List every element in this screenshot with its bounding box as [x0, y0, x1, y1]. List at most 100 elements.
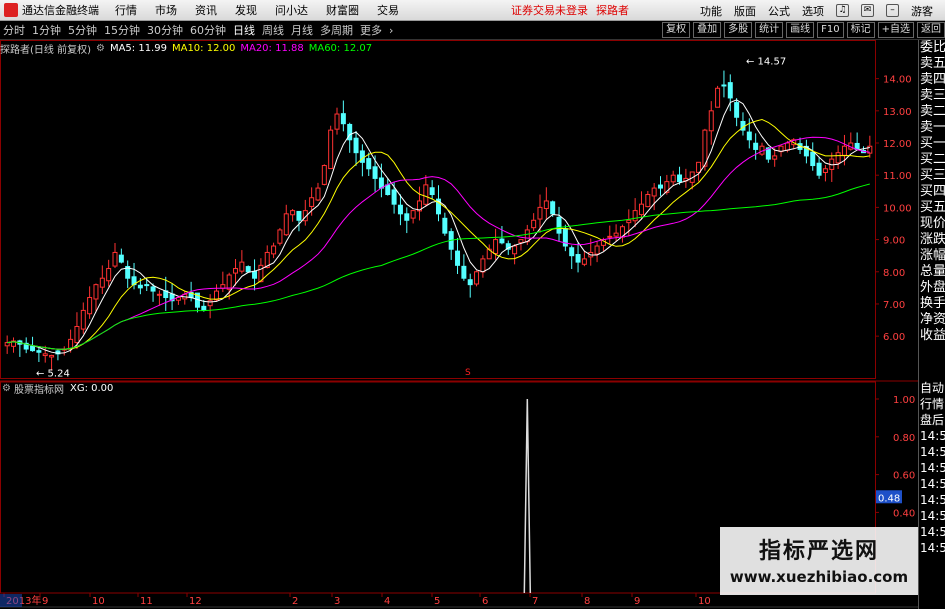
candle-body [746, 131, 752, 141]
x-tick-label: 9 [634, 596, 640, 607]
tab-more[interactable]: 更多 [357, 22, 385, 38]
side-item-2[interactable]: 卖四 [919, 72, 945, 88]
candle-body [112, 251, 118, 267]
side-bottom-5: 14:50 [920, 461, 945, 475]
settings-icon[interactable]: ⚙ [96, 43, 105, 54]
candle-body [397, 204, 403, 215]
side-item-0[interactable]: 委比 [919, 40, 945, 56]
side-item-9[interactable]: 买四 [919, 184, 945, 200]
side-item-14[interactable]: 总量 [919, 264, 945, 280]
candle-body [645, 194, 651, 208]
kline-chart[interactable]: 14.00 13.00 12.00 11.00 10.00 9.00 8.00 7.00 6.0… [0, 40, 918, 609]
candle-body [30, 345, 36, 352]
side-item-3[interactable]: 卖三 [919, 88, 945, 104]
login-notice[interactable]: 证券交易未登录 [511, 2, 588, 18]
menu-news[interactable]: 资讯 [195, 2, 217, 18]
candle-body [290, 210, 296, 216]
draw-button[interactable]: 画线 [786, 22, 815, 38]
side-item-1[interactable]: 卖五 [919, 56, 945, 72]
side-bottom-10: 14:50 [920, 541, 945, 555]
minimize-icon[interactable]: – [886, 4, 899, 17]
candle-body [594, 245, 600, 255]
candle-body [42, 353, 48, 357]
candle-body [4, 342, 10, 347]
tab-1min[interactable]: 1分钟 [29, 22, 64, 38]
candle-body [68, 338, 74, 350]
menu-market[interactable]: 市场 [155, 2, 177, 18]
candle-body [493, 239, 499, 254]
tab-30min[interactable]: 30分钟 [144, 22, 186, 38]
add-watchlist-button[interactable]: +自选 [877, 22, 914, 38]
side-item-7[interactable]: 买二 [919, 152, 945, 168]
menu-formula[interactable]: 公式 [768, 3, 790, 19]
menu-bar: 通达信金融终端 行情 市场 资讯 发现 问小达 财富圈 交易 证券交易未登录 探… [0, 0, 945, 21]
menu-options[interactable]: 选项 [802, 3, 824, 19]
candle-body [784, 142, 790, 151]
tab-weekly[interactable]: 周线 [259, 22, 287, 38]
side-item-11[interactable]: 现价 [919, 216, 945, 232]
side-item-15[interactable]: 外盘 [919, 280, 945, 296]
low-price-label: ← 5.24 [36, 369, 70, 380]
legend-stock: 探路者(日线 前复权) [0, 44, 91, 56]
y-tick-label: 10.00 [883, 203, 912, 214]
side-item-12[interactable]: 涨跌 [919, 232, 945, 248]
candle-body [607, 235, 613, 238]
side-item-18[interactable]: 收益 [919, 328, 945, 344]
side-item-6[interactable]: 买一 [919, 136, 945, 152]
menu-layout[interactable]: 版面 [734, 3, 756, 19]
side-item-10[interactable]: 买五 [919, 200, 945, 216]
guest-label[interactable]: 游客 [911, 3, 933, 19]
mark-button[interactable]: 标记 [846, 22, 875, 38]
side-bottom-8: 14:50 [920, 509, 945, 523]
candle-body [372, 166, 378, 179]
side-item-4[interactable]: 卖二 [919, 104, 945, 120]
side-item-5[interactable]: 卖一 [919, 120, 945, 136]
tab-60min[interactable]: 60分钟 [187, 22, 229, 38]
f10-button[interactable]: F10 [817, 22, 844, 38]
candle-body [512, 245, 518, 255]
multi-stock-button[interactable]: 多股 [724, 22, 753, 38]
menu-trade[interactable]: 交易 [377, 2, 399, 18]
sub-current-value: 0.48 [878, 493, 900, 504]
candle-body [404, 213, 410, 221]
tab-monthly[interactable]: 月线 [288, 22, 316, 38]
menu-discover[interactable]: 发现 [235, 2, 257, 18]
tab-multi-period[interactable]: 多周期 [317, 22, 356, 38]
x-tick-label: 7 [532, 596, 538, 607]
tab-intraday[interactable]: 分时 [0, 22, 28, 38]
overlay-button[interactable]: 叠加 [693, 22, 722, 38]
signal-spike [523, 398, 532, 594]
side-item-8[interactable]: 买三 [919, 168, 945, 184]
headset-icon[interactable]: ♫ [836, 4, 849, 17]
candle-body [810, 151, 816, 167]
candle-body [391, 189, 397, 205]
tab-15min[interactable]: 15分钟 [101, 22, 143, 38]
menu-wealth[interactable]: 财富圈 [326, 2, 359, 18]
candle-body [550, 201, 556, 215]
tab-5min[interactable]: 5分钟 [65, 22, 100, 38]
candle-body [309, 197, 315, 207]
menu-ask[interactable]: 问小达 [275, 2, 308, 18]
side-item-16[interactable]: 换手 [919, 296, 945, 312]
legend-ma10: MA10: 12.00 [171, 42, 236, 54]
side-item-13[interactable]: 涨幅 [919, 248, 945, 264]
adjust-button[interactable]: 复权 [662, 22, 691, 38]
candle-body [835, 152, 841, 164]
back-button[interactable]: 返回 [917, 22, 945, 38]
settings-icon[interactable]: ⚙ [2, 383, 11, 394]
legend-ma60: MA60: 12.07 [308, 42, 373, 54]
candle-body [569, 247, 575, 257]
stats-button[interactable]: 统计 [755, 22, 784, 38]
side-item-17[interactable]: 净资 [919, 312, 945, 328]
tab-daily[interactable]: 日线 [230, 22, 258, 38]
mail-icon[interactable]: ✉ [861, 4, 874, 17]
menu-function[interactable]: 功能 [700, 3, 722, 19]
chevron-right-icon[interactable]: › [386, 24, 396, 37]
watermark-title: 指标严选网 [758, 539, 879, 564]
sub-indicator-name: 股票指标网 [13, 385, 64, 396]
candle-body [442, 217, 448, 234]
side-bottom-1: 行情 [920, 397, 945, 411]
x-tick-label: 12 [189, 596, 202, 607]
candle-body [772, 155, 778, 160]
menu-quotes[interactable]: 行情 [115, 2, 137, 18]
